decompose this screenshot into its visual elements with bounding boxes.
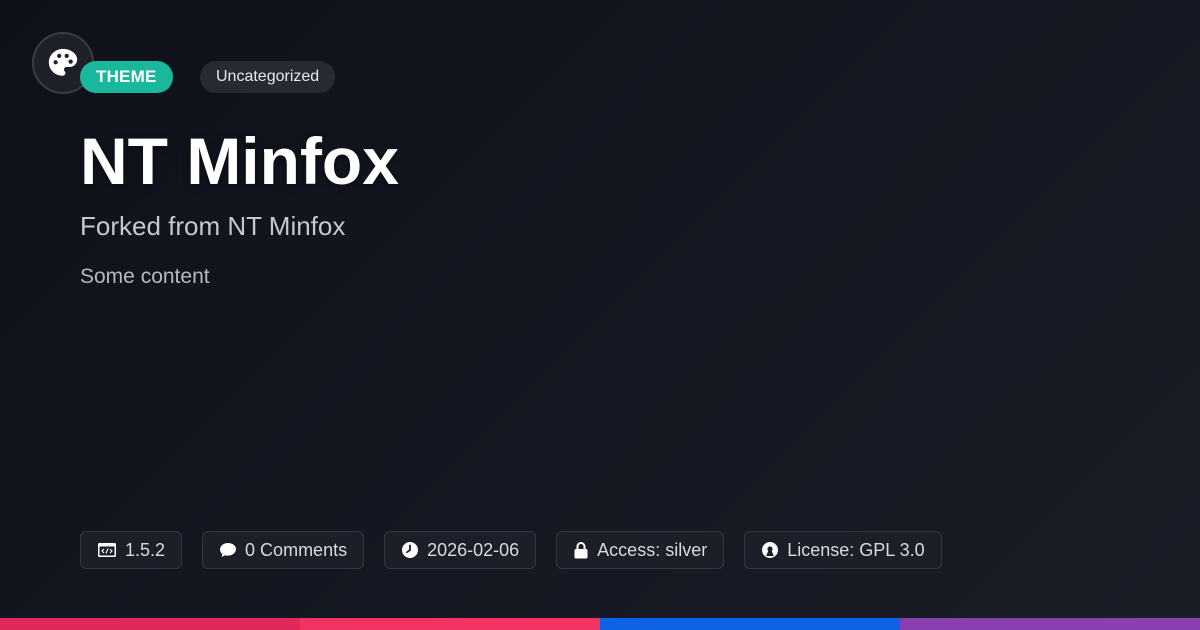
comment-icon <box>220 543 237 557</box>
version-text: 1.5.2 <box>125 539 166 560</box>
comments-text: 0 Comments <box>245 539 348 560</box>
page-title: NT Minfox <box>80 124 399 198</box>
clock-icon <box>402 542 419 558</box>
stripe-segment <box>600 618 900 630</box>
color-stripe <box>0 618 1200 630</box>
palette-icon <box>48 48 78 76</box>
lock-icon <box>574 542 588 559</box>
access-text: Access: silver <box>597 539 708 560</box>
code-icon <box>98 543 116 557</box>
comments-chip[interactable]: 0 Comments <box>202 531 365 569</box>
subtitle: Forked from NT Minfox <box>80 211 346 241</box>
license-icon <box>762 542 779 558</box>
access-chip: Access: silver <box>556 531 725 569</box>
meta-row: 1.5.2 0 Comments 2026-02-06 Access: silv… <box>80 531 942 569</box>
stripe-segment <box>900 618 1200 630</box>
date-text: 2026-02-06 <box>427 539 520 560</box>
category-badge[interactable]: Uncategorized <box>200 61 336 93</box>
stripe-segment <box>300 618 600 630</box>
type-badge[interactable]: THEME <box>80 61 173 93</box>
version-chip: 1.5.2 <box>80 531 183 569</box>
date-chip: 2026-02-06 <box>384 531 537 569</box>
license-text: License: GPL 3.0 <box>787 539 925 560</box>
stripe-segment <box>0 618 300 630</box>
content-text: Some content <box>80 265 210 288</box>
license-chip: License: GPL 3.0 <box>744 531 942 569</box>
